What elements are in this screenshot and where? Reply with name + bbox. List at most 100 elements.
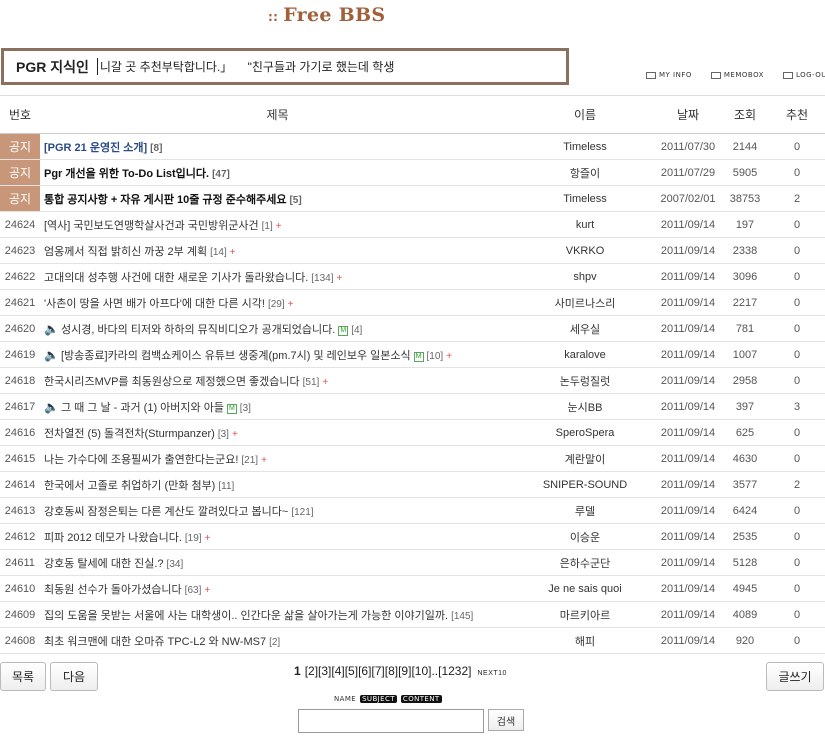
comment-count[interactable]: [34] — [167, 559, 184, 570]
post-author[interactable]: 마르키아르 — [515, 601, 655, 628]
comment-count[interactable]: [63] — [185, 585, 202, 596]
page-link[interactable]: ..[1232] — [431, 664, 471, 678]
post-subject-link[interactable]: 한국시리즈MVP를 최동원상으로 제정했으면 좋겠습니다 — [44, 376, 300, 388]
comment-count[interactable]: [8] — [150, 143, 162, 154]
page-link[interactable]: [8] — [385, 664, 398, 678]
comment-count[interactable]: [3] — [240, 403, 251, 414]
post-author[interactable]: 논두렁질럿 — [515, 367, 655, 394]
table-row: 24623 엄옹께서 직접 밝히신 까꿍 2부 계획 [14] + VKRKO 2011/… — [0, 237, 825, 264]
column-header-views: 조회 — [721, 95, 769, 134]
comment-count[interactable]: [4] — [351, 325, 362, 336]
post-author[interactable]: Timeless — [515, 185, 655, 212]
post-author[interactable]: karalove — [515, 341, 655, 368]
logout-link[interactable]: LOG-OUT — [782, 71, 825, 79]
search-option-name[interactable]: NAME — [334, 695, 356, 703]
post-subject-link[interactable]: 집의 도움을 못받는 서울에 사는 대학생이.. 인간다운 삶을 살아가는게 가… — [44, 610, 448, 622]
comment-count[interactable]: [19] — [185, 533, 202, 544]
post-recommend: 2 — [769, 471, 825, 498]
ticker-item[interactable]: 니갈 곳 추천부탁합니다.」 — [100, 60, 232, 74]
post-author[interactable]: kurt — [515, 211, 655, 238]
post-author[interactable]: 항즐이 — [515, 159, 655, 186]
post-subject-link[interactable]: 고대의대 성추행 사건에 대한 새로운 기사가 돌라왔습니다. — [44, 272, 308, 284]
page-link[interactable]: [6] — [358, 664, 371, 678]
memobox-link[interactable]: MEMOBOX — [710, 71, 764, 79]
post-author[interactable]: 해피 — [515, 627, 655, 654]
page-link[interactable]: [7] — [371, 664, 384, 678]
post-subject-link[interactable]: 최동원 선수가 돌아가셨습니다 — [44, 584, 182, 596]
knowledge-ticker[interactable]: PGR 지식인 니갈 곳 추천부탁합니다.」 "친구들과 가기로 했는데 학생 — [1, 48, 569, 85]
post-subject-link[interactable]: 통합 공지사항 + 자유 게시판 10줄 규정 준수해주세요 — [44, 194, 286, 206]
post-subject-link[interactable]: 그 때 그 날 - 과거 (1) 아버지와 아들 — [61, 402, 224, 414]
post-subject-link[interactable]: [PGR 21 운영진 소개] — [44, 142, 147, 154]
page-link[interactable]: [9] — [398, 664, 411, 678]
post-author[interactable]: 사미르나스리 — [515, 289, 655, 316]
post-date: 2011/09/14 — [655, 601, 721, 628]
list-button[interactable]: 목록 — [0, 662, 46, 691]
comment-count[interactable]: [14] — [210, 247, 227, 258]
post-number: 24611 — [0, 549, 40, 576]
post-subject-cell: 강호동씨 잠정은퇴는 다른 계산도 깔려있다고 봅니다~ [121] — [40, 497, 515, 524]
page-link[interactable]: [4] — [331, 664, 344, 678]
post-subject-link[interactable]: 성시경, 바다의 티저와 하하의 뮤직비디오가 공개되었습니다. — [61, 324, 335, 336]
post-author[interactable]: 이승운 — [515, 523, 655, 550]
post-number: 24617 — [0, 393, 40, 420]
post-author[interactable]: 계란말이 — [515, 445, 655, 472]
write-button[interactable]: 글쓰기 — [766, 662, 824, 691]
post-subject-link[interactable]: [역사] 국민보도연맹학살사건과 국민방위군사건 — [44, 220, 259, 232]
post-author[interactable]: 루델 — [515, 497, 655, 524]
search-option-content[interactable]: CONTENT — [400, 695, 442, 703]
comment-count[interactable]: [29] — [268, 299, 285, 310]
page-link[interactable]: [5] — [345, 664, 358, 678]
comment-count[interactable]: [3] — [218, 429, 229, 440]
next10-link[interactable]: NEXT10 — [477, 670, 506, 677]
page-link[interactable]: [2] — [305, 664, 318, 678]
post-date: 2011/09/14 — [655, 211, 721, 238]
search-options: NAME SUBJECT CONTENT — [334, 695, 446, 703]
post-author[interactable]: Je ne sais quoi — [515, 575, 655, 602]
comment-count[interactable]: [145] — [451, 611, 473, 622]
post-author[interactable]: 눈시BB — [515, 393, 655, 420]
post-subject-link[interactable]: 피파 2012 데모가 나왔습니다. — [44, 532, 182, 544]
post-author[interactable]: Timeless — [515, 133, 655, 160]
comment-count[interactable]: [2] — [269, 637, 280, 648]
comment-count[interactable]: [51] — [303, 377, 320, 388]
post-subject-link[interactable]: 전차열전 (5) 돌격전차(Sturmpanzer) — [44, 428, 215, 440]
post-number: 24613 — [0, 497, 40, 524]
post-subject-link[interactable]: 엄옹께서 직접 밝히신 까꿍 2부 계획 — [44, 246, 207, 258]
page-link[interactable]: [10] — [411, 664, 431, 678]
post-subject-link[interactable]: 강호동씨 잠정은퇴는 다른 계산도 깔려있다고 봅니다~ — [44, 506, 288, 518]
post-author[interactable]: SNIPER-SOUND — [515, 471, 655, 498]
search-input[interactable] — [298, 709, 484, 733]
post-subject-link[interactable]: [방송종료]카라의 컴백쇼케이스 유튜브 생중계(pm.7시) 및 레인보우 일… — [61, 350, 411, 362]
comment-count[interactable]: [11] — [218, 481, 234, 492]
page-link[interactable]: [3] — [318, 664, 331, 678]
ticker-items[interactable]: 니갈 곳 추천부탁합니다.」 "친구들과 가기로 했는데 학생 — [100, 58, 407, 75]
post-subject-link[interactable]: 나는 가수다에 조용필씨가 출연한다는군요! — [44, 454, 238, 466]
post-author[interactable]: 세우실 — [515, 315, 655, 342]
comment-count[interactable]: [10] — [427, 351, 444, 362]
comment-count[interactable]: [5] — [289, 195, 301, 206]
post-author[interactable]: shpv — [515, 263, 655, 290]
search-button[interactable]: 검색 — [488, 709, 524, 731]
comment-count[interactable]: [47] — [212, 169, 230, 180]
comment-count[interactable]: [134] — [311, 273, 333, 284]
post-subject-link[interactable]: 강호동 탈세에 대한 진실.? — [44, 558, 164, 570]
post-author[interactable]: VKRKO — [515, 237, 655, 264]
post-subject-link[interactable]: Pgr 개선을 위한 To-Do List입니다. — [44, 168, 209, 180]
comment-count[interactable]: [1] — [262, 221, 273, 232]
post-recommend: 0 — [769, 133, 825, 160]
ticker-item[interactable]: "친구들과 가기로 했는데 학생 — [248, 60, 395, 74]
post-author[interactable]: SperoSpera — [515, 419, 655, 446]
table-row: 24620 🔈 성시경, 바다의 티저와 하하의 뮤직비디오가 공개되었습니다. M[… — [0, 315, 825, 342]
post-views: 920 — [721, 627, 769, 654]
comment-count[interactable]: [121] — [291, 507, 313, 518]
post-author[interactable]: 은하수군단 — [515, 549, 655, 576]
post-subject-link[interactable]: 한국에서 고졸로 취업하기 (만화 첨부) — [44, 480, 215, 492]
next-button[interactable]: 다음 — [50, 662, 98, 691]
comment-count[interactable]: [21] — [241, 455, 258, 466]
post-subject-link[interactable]: '사촌이 땅을 사면 배가 아프다'에 대한 다른 시각! — [44, 298, 265, 310]
post-subject-link[interactable]: 최초 워크맨에 대한 오마쥬 TPC-L2 와 NW-MS7 — [44, 636, 266, 648]
search-option-subject[interactable]: SUBJECT — [360, 695, 397, 703]
post-number: 24614 — [0, 471, 40, 498]
my-info-link[interactable]: MY INFO — [646, 71, 692, 79]
